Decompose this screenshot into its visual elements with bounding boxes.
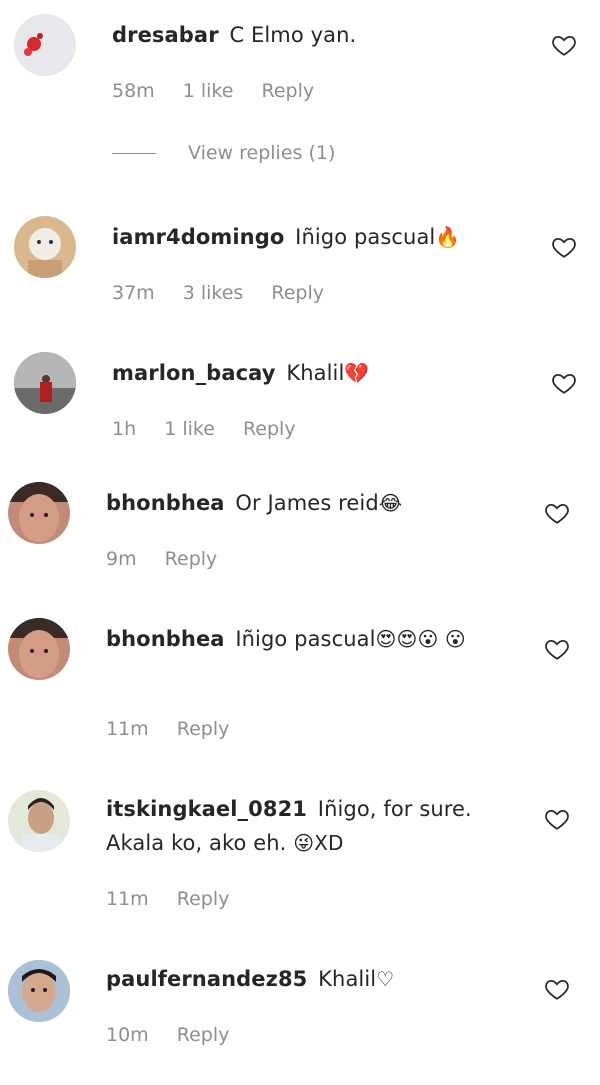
comment-time: 10m	[106, 1024, 149, 1046]
reply-button[interactable]: Reply	[261, 80, 314, 102]
comment-likes[interactable]: 3 likes	[183, 282, 244, 304]
comment-body: bhonbhea Or James reid😂	[106, 486, 516, 520]
comment-meta: 11m Reply	[106, 718, 251, 740]
reply-button[interactable]: Reply	[177, 718, 230, 740]
comment-meta: 1h 1 like Reply	[112, 418, 318, 440]
heart-icon[interactable]	[551, 234, 577, 260]
comment-username[interactable]: bhonbhea	[106, 491, 225, 515]
heart-eyes-emoji-icon: 😍😍😮 😮	[375, 627, 466, 651]
comment-time: 11m	[106, 718, 149, 740]
reply-button[interactable]: Reply	[165, 548, 218, 570]
avatar[interactable]	[14, 14, 76, 76]
broken-heart-icon: 💔	[344, 361, 370, 385]
comment-username[interactable]: itskingkael_0821	[106, 797, 307, 821]
comment-time: 9m	[106, 548, 137, 570]
comment-text: C Elmo yan.	[229, 23, 357, 47]
reply-button[interactable]: Reply	[177, 888, 230, 910]
view-replies-label[interactable]: View replies (1)	[188, 142, 335, 164]
comment-likes[interactable]: 1 like	[164, 418, 215, 440]
comment-meta: 58m 1 like Reply	[112, 80, 336, 102]
comment-meta: 37m 3 likes Reply	[112, 282, 346, 304]
comment-username[interactable]: dresabar	[112, 23, 219, 47]
heart-icon[interactable]	[551, 32, 577, 58]
reply-button[interactable]: Reply	[271, 282, 324, 304]
comment-username[interactable]: paulfernandez85	[106, 967, 307, 991]
laughing-emoji-icon: 😂	[378, 491, 403, 515]
avatar[interactable]	[14, 216, 76, 278]
avatar[interactable]	[14, 352, 76, 414]
white-heart-icon: ♡	[376, 967, 395, 991]
comment-body: itskingkael_0821 Iñigo, for sure. Akala …	[106, 792, 516, 860]
comment-body: bhonbhea Iñigo pascual😍😍😮 😮	[106, 622, 516, 656]
avatar[interactable]	[8, 790, 70, 852]
comment-text: Or James reid	[235, 491, 379, 515]
avatar[interactable]	[8, 960, 70, 1022]
comment-time: 1h	[112, 418, 137, 440]
reply-button[interactable]: Reply	[177, 1024, 230, 1046]
avatar[interactable]	[8, 482, 70, 544]
heart-icon[interactable]	[544, 806, 570, 832]
comment-body: paulfernandez85 Khalil♡	[106, 962, 516, 996]
comment-meta: 11m Reply	[106, 888, 251, 910]
reply-button[interactable]: Reply	[243, 418, 296, 440]
comment-text: Iñigo pascual	[295, 225, 436, 249]
comment-likes[interactable]: 1 like	[183, 80, 234, 102]
fire-emoji-icon: 🔥	[435, 225, 461, 249]
heart-icon[interactable]	[551, 370, 577, 396]
comment-username[interactable]: marlon_bacay	[112, 361, 276, 385]
comment-body: dresabar C Elmo yan.	[112, 18, 522, 52]
comment-username[interactable]: bhonbhea	[106, 627, 225, 651]
comment-body: marlon_bacay Khalil💔	[112, 356, 522, 390]
comment-text: Iñigo pascual	[235, 627, 376, 651]
heart-icon[interactable]	[544, 976, 570, 1002]
comment-meta: 9m Reply	[106, 548, 239, 570]
avatar[interactable]	[8, 618, 70, 680]
view-replies-button[interactable]: View replies (1)	[112, 142, 335, 164]
comment-username[interactable]: iamr4domingo	[112, 225, 284, 249]
comment-meta: 10m Reply	[106, 1024, 251, 1046]
comment-time: 11m	[106, 888, 149, 910]
divider-line	[112, 152, 156, 154]
comment-body: iamr4domingo Iñigo pascual🔥	[112, 220, 522, 254]
comment-text: Khalil	[286, 361, 345, 385]
comment-text: Khalil	[318, 967, 377, 991]
winking-tongue-emoji-icon: 😜XD	[293, 831, 344, 855]
heart-icon[interactable]	[544, 636, 570, 662]
heart-icon[interactable]	[544, 500, 570, 526]
comment-time: 37m	[112, 282, 155, 304]
comment-time: 58m	[112, 80, 155, 102]
